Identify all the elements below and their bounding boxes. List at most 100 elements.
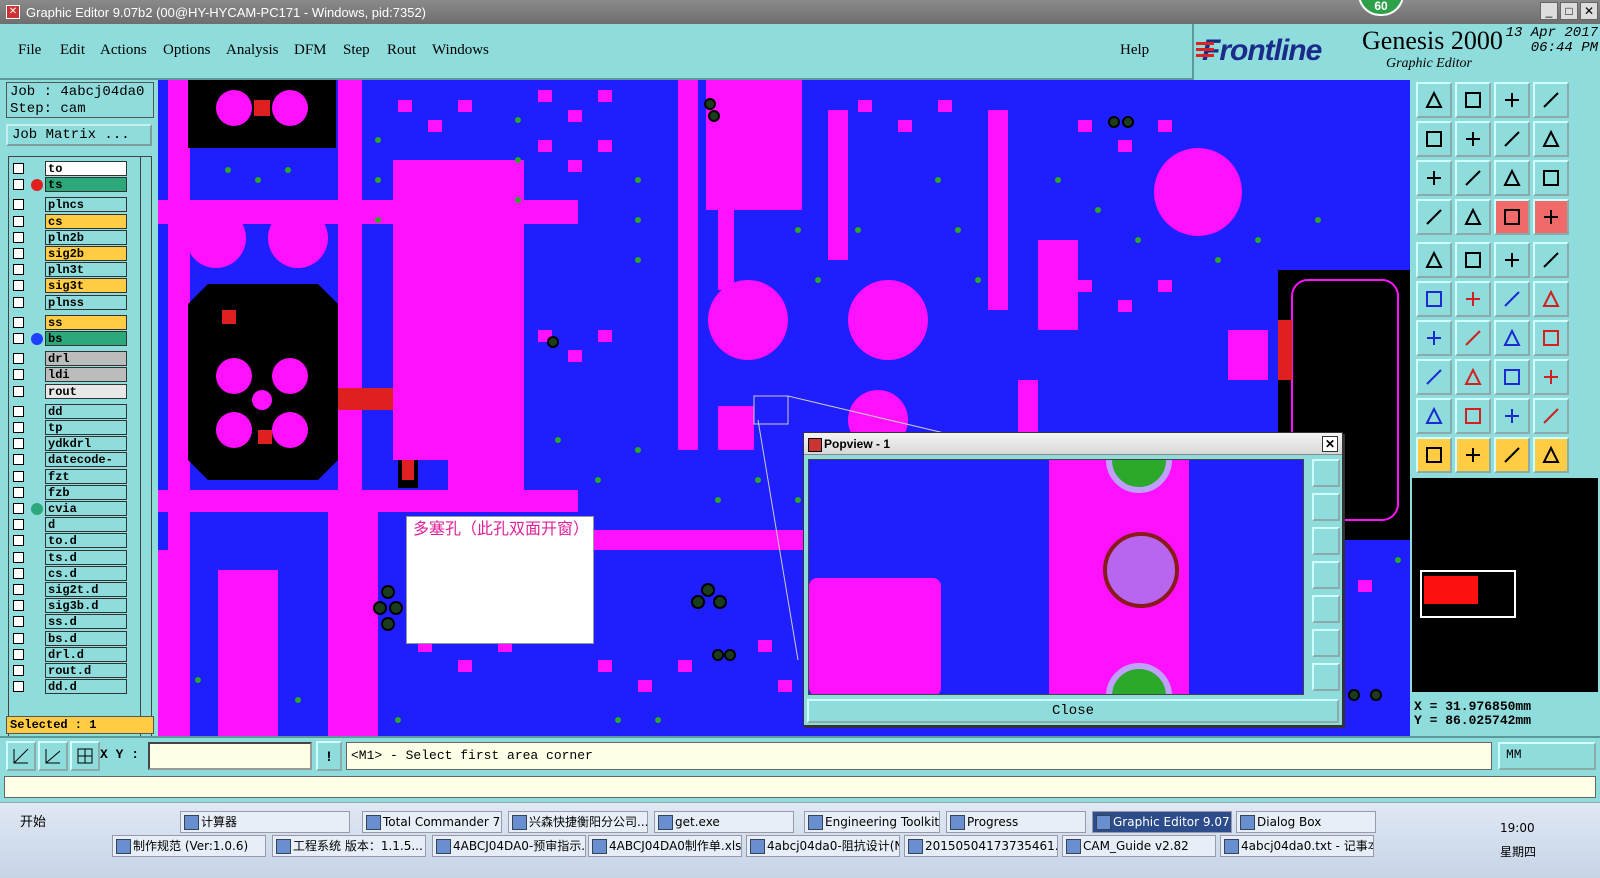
layer-row[interactable]: drl	[11, 351, 127, 367]
taskbar-item[interactable]: get.exe	[654, 811, 794, 833]
layer-checkbox[interactable]	[13, 648, 24, 660]
popview-zoom-button[interactable]	[1312, 459, 1340, 487]
building-icon[interactable]	[1494, 82, 1530, 118]
layer-row[interactable]: sig2b	[11, 246, 127, 261]
layer-checkbox[interactable]	[13, 535, 24, 547]
help-icon[interactable]	[1533, 160, 1569, 196]
layer-row[interactable]: ss	[11, 314, 127, 330]
layer-row[interactable]: ts.d	[11, 549, 127, 565]
pad-icon[interactable]	[1416, 359, 1452, 395]
layer-checkbox[interactable]	[13, 438, 24, 450]
layer-name[interactable]: rout.d	[45, 663, 127, 678]
layer-checkbox[interactable]	[13, 316, 24, 328]
layer-row[interactable]: dd.d	[11, 679, 127, 695]
layer-name[interactable]: fzt	[45, 468, 127, 484]
taskbar-item[interactable]: 工程系统 版本：1.1.5...	[272, 835, 426, 857]
job-matrix-button[interactable]: Job Matrix ...	[6, 124, 152, 146]
layer-name[interactable]: ss	[45, 314, 127, 330]
triangle-a-icon[interactable]	[1494, 398, 1530, 434]
taskbar-item[interactable]: 兴森快捷衡阳分公司...	[508, 811, 648, 833]
layer-name[interactable]: d	[45, 517, 127, 533]
arc-icon[interactable]	[1533, 281, 1569, 317]
layer-row[interactable]: ss.d	[11, 614, 127, 630]
layer-name[interactable]: drl	[45, 351, 127, 367]
layer-row[interactable]: tp	[11, 420, 127, 435]
menu-edit[interactable]: Edit	[60, 42, 85, 59]
layer-name[interactable]: to	[45, 161, 127, 176]
menu-step[interactable]: Step	[343, 42, 370, 59]
triangle-red-icon[interactable]	[1533, 398, 1569, 434]
layer-checkbox[interactable]	[13, 231, 24, 243]
layer-name[interactable]: ydkdrl	[45, 436, 127, 452]
popview-close-button[interactable]: Close	[807, 699, 1339, 723]
layer-row[interactable]: cs.d	[11, 565, 127, 581]
layer-row[interactable]: ydkdrl	[11, 436, 127, 452]
layer-name[interactable]: sig3b.d	[45, 598, 127, 614]
layer-row[interactable]: d	[11, 517, 127, 533]
menu-file[interactable]: File	[18, 42, 41, 59]
layer-row[interactable]: sig2t.d	[11, 582, 127, 597]
popview-pan-up-button[interactable]	[1312, 493, 1340, 521]
s-curve-icon[interactable]	[1533, 121, 1569, 157]
layer-checkbox[interactable]	[13, 280, 24, 292]
layer-checkbox[interactable]	[13, 584, 24, 595]
zoom-icon[interactable]	[1455, 160, 1491, 196]
taskbar-item[interactable]: 制作规范 (Ver:1.0.6)	[112, 835, 266, 857]
menu-options[interactable]: Options	[163, 42, 211, 59]
layout-icon[interactable]	[1533, 82, 1569, 118]
layer-row[interactable]: datecode-to	[11, 452, 127, 482]
warning-icon[interactable]: !	[316, 741, 342, 771]
zoom-area-icon[interactable]	[6, 741, 36, 771]
taskbar-item[interactable]: Graphic Editor 9.07...	[1092, 811, 1232, 833]
layer-checkbox[interactable]	[13, 567, 24, 579]
layer-checkbox[interactable]	[13, 385, 24, 397]
layer-name[interactable]: ts.d	[45, 549, 127, 565]
layer-name[interactable]: sig2t.d	[45, 582, 127, 597]
fit-icon[interactable]	[1416, 160, 1452, 196]
layer-checkbox[interactable]	[13, 405, 24, 417]
grid-toggle-icon[interactable]	[1455, 199, 1491, 235]
layer-row[interactable]: pln3t	[11, 262, 127, 278]
layer-checkbox[interactable]	[13, 519, 24, 531]
popview-close-x-button[interactable]: ✕	[1322, 436, 1338, 452]
menu-windows[interactable]: Windows	[432, 42, 489, 59]
maximize-button[interactable]: □	[1560, 2, 1578, 20]
move-node-icon[interactable]	[1494, 281, 1530, 317]
popview-pan-right-button[interactable]	[1312, 595, 1340, 623]
layer-checkbox[interactable]	[13, 296, 24, 308]
layer-row[interactable]: sig3t	[11, 278, 127, 294]
layer-checkbox[interactable]	[13, 353, 24, 365]
export-icon[interactable]	[1455, 121, 1491, 157]
layer-row[interactable]: to.d	[11, 533, 127, 549]
cross-icon[interactable]	[1455, 281, 1491, 317]
layer-name[interactable]: plncs	[45, 197, 127, 213]
line-icon[interactable]	[1455, 242, 1491, 278]
node-icon[interactable]	[1416, 281, 1452, 317]
menu-analysis[interactable]: Analysis	[226, 42, 279, 59]
triangle-cut-icon[interactable]	[1455, 398, 1491, 434]
layer-row[interactable]: plncs	[11, 197, 127, 213]
popview-zoom-out-button[interactable]	[1312, 663, 1340, 691]
popview-pan-left-button[interactable]	[1312, 561, 1340, 589]
layer-name[interactable]: cs.d	[45, 565, 127, 581]
taskbar-item[interactable]: 计算器	[180, 811, 350, 833]
layer-name[interactable]: tp	[45, 420, 127, 435]
snap-icon[interactable]	[1416, 242, 1452, 278]
taskbar-item[interactable]: 4ABCJ04DA0制作单.xls ...	[588, 835, 742, 857]
layer-row[interactable]: rout	[11, 383, 127, 399]
layer-checkbox[interactable]	[13, 665, 24, 676]
layer-name[interactable]: pln3t	[45, 262, 127, 278]
layer-checkbox[interactable]	[13, 179, 24, 191]
layer-name[interactable]: dd.d	[45, 679, 127, 695]
layer-row[interactable]: bs	[11, 331, 127, 346]
taskbar-item[interactable]: Dialog Box	[1236, 811, 1376, 833]
layer-name[interactable]: rout	[45, 383, 127, 399]
menu-actions[interactable]: Actions	[100, 42, 147, 59]
import-icon[interactable]	[1416, 121, 1452, 157]
layer-row[interactable]: rout.d	[11, 663, 127, 678]
popview-pan-down-button[interactable]	[1312, 527, 1340, 555]
start-button[interactable]: 开始	[2, 813, 54, 835]
layer-checkbox[interactable]	[13, 681, 24, 693]
layer-name[interactable]: datecode-to	[45, 452, 127, 482]
layer-checkbox[interactable]	[13, 422, 24, 433]
